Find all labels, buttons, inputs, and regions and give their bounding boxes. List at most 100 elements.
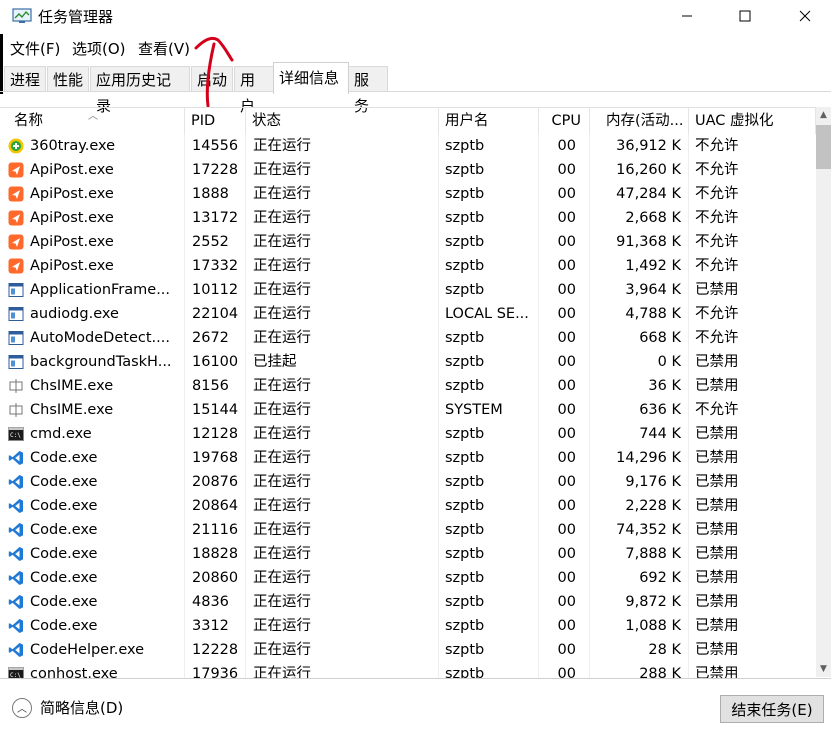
cell-username: szptb (439, 206, 539, 230)
column-header-username[interactable]: 用户名 (439, 108, 539, 134)
cell-cpu: 00 (539, 350, 590, 374)
cell-name: ApiPost.exe (0, 182, 185, 206)
cell-username: szptb (439, 326, 539, 350)
cell-memory: 9,176 K (590, 470, 689, 494)
table-row[interactable]: Code.exe 20876 正在运行 szptb 00 9,176 K 已禁用 (0, 470, 816, 494)
cell-uac: 不允许 (695, 162, 739, 178)
column-header-name[interactable]: 名称 (0, 108, 185, 134)
cell-name: ChsIME.exe (0, 398, 185, 422)
cell-pid: 20864 (185, 494, 246, 518)
cell-memory: 74,352 K (590, 518, 689, 542)
cell-pid: 15144 (185, 398, 246, 422)
table-row[interactable]: C:\ cmd.exe 12128 正在运行 szptb 00 744 K 已禁用 (0, 422, 816, 446)
scroll-down-icon[interactable]: ▼ (816, 661, 831, 677)
menu-options[interactable]: 选项(O) (72, 38, 126, 59)
cell-uac: 不允许 (695, 210, 739, 226)
column-header-uac[interactable]: UAC 虚拟化 (689, 108, 816, 134)
cell-status: 正在运行 (246, 494, 439, 518)
cell-pid: 17936 (185, 662, 246, 678)
table-row[interactable]: Code.exe 4836 正在运行 szptb 00 9,872 K 已禁用 (0, 590, 816, 614)
cell-pid: 8156 (185, 374, 246, 398)
cell-status: 正在运行 (246, 230, 439, 254)
column-header-status[interactable]: 状态 (246, 108, 439, 134)
end-task-button[interactable]: 结束任务(E) (720, 695, 824, 723)
cell-uac: 不允许 (695, 330, 739, 346)
maximize-button[interactable] (722, 0, 768, 32)
cell-pid: 10112 (185, 278, 246, 302)
table-row[interactable]: Code.exe 20860 正在运行 szptb 00 692 K 已禁用 (0, 566, 816, 590)
fewer-details-button[interactable]: ︿ 简略信息(D) (12, 697, 123, 718)
table-header: ︿ 名称 PID 状态 用户名 CPU 内存(活动... UAC 虚拟化 (0, 108, 816, 134)
footer-bar: ︿ 简略信息(D) 结束任务(E) (0, 678, 831, 743)
cell-status: 正在运行 (246, 182, 439, 206)
cell-username: szptb (439, 542, 539, 566)
table-row[interactable]: ApplicationFrame... 10112 正在运行 szptb 00 3,964… (0, 278, 816, 302)
cell-uac: 已禁用 (695, 618, 739, 634)
tab-users[interactable]: 用户 (234, 66, 274, 115)
menu-file[interactable]: 文件(F) (10, 38, 60, 59)
cell-uac: 已禁用 (695, 426, 739, 442)
scroll-up-icon[interactable]: ▲ (816, 107, 831, 123)
column-header-memory[interactable]: 内存(活动... (590, 108, 689, 134)
table-row[interactable]: Code.exe 19768 正在运行 szptb 00 14,296 K 已禁用 (0, 446, 816, 470)
column-header-cpu[interactable]: CPU (539, 108, 590, 134)
column-header-pid[interactable]: PID (185, 108, 246, 134)
cell-username: szptb (439, 230, 539, 254)
table-row[interactable]: Code.exe 3312 正在运行 szptb 00 1,088 K 已禁用 (0, 614, 816, 638)
cell-name: AutoModeDetect.... (0, 326, 185, 350)
cell-pid: 2672 (185, 326, 246, 350)
tab-app-history[interactable]: 应用历史记录 (90, 66, 190, 115)
cell-cpu: 00 (539, 494, 590, 518)
table-row[interactable]: ApiPost.exe 17332 正在运行 szptb 00 1,492 K 不允许 (0, 254, 816, 278)
cell-cpu: 00 (539, 638, 590, 662)
table-row[interactable]: ApiPost.exe 17228 正在运行 szptb 00 16,260 K 不允许 (0, 158, 816, 182)
table-row[interactable]: CodeHelper.exe 12228 正在运行 szptb 00 28 K 已禁用 (0, 638, 816, 662)
table-row[interactable]: ApiPost.exe 13172 正在运行 szptb 00 2,668 K 不允许 (0, 206, 816, 230)
table-row[interactable]: Code.exe 20864 正在运行 szptb 00 2,228 K 已禁用 (0, 494, 816, 518)
cell-memory: 4,788 K (590, 302, 689, 326)
tab-processes[interactable]: 进程 (4, 66, 46, 92)
table-row[interactable]: backgroundTaskH... 16100 已挂起 szptb 00 0 K 已禁用 (0, 350, 816, 374)
tab-details[interactable]: 详细信息 (273, 62, 349, 94)
table-row[interactable]: ApiPost.exe 1888 正在运行 szptb 00 47,284 K 不允许 (0, 182, 816, 206)
cell-cpu: 00 (539, 158, 590, 182)
cell-name: Code.exe (0, 590, 185, 614)
cell-username: szptb (439, 638, 539, 662)
cell-status: 正在运行 (246, 446, 439, 470)
table-row[interactable]: ChsIME.exe 15144 正在运行 SYSTEM 00 636 K 不允许 (0, 398, 816, 422)
vertical-scrollbar[interactable]: ▲ ▼ (816, 107, 831, 677)
cell-cpu: 00 (539, 398, 590, 422)
cell-uac: 已禁用 (695, 354, 739, 370)
cell-status: 正在运行 (246, 518, 439, 542)
cell-cpu: 00 (539, 182, 590, 206)
maximize-icon (739, 10, 751, 22)
table-body: 360tray.exe 14556 正在运行 szptb 00 36,912 K 不允许 Ap… (0, 134, 816, 678)
table-row[interactable]: C:\ conhost.exe 17936 正在运行 szptb 00 288 K 已禁用 (0, 662, 816, 678)
cell-username: szptb (439, 614, 539, 638)
table-row[interactable]: 360tray.exe 14556 正在运行 szptb 00 36,912 K 不允许 (0, 134, 816, 158)
cell-status: 正在运行 (246, 134, 439, 158)
cell-username: szptb (439, 278, 539, 302)
table-row[interactable]: AutoModeDetect.... 2672 正在运行 szptb 00 668 K 不允… (0, 326, 816, 350)
cell-cpu: 00 (539, 566, 590, 590)
table-row[interactable]: ApiPost.exe 2552 正在运行 szptb 00 91,368 K 不允许 (0, 230, 816, 254)
tab-services[interactable]: 服务 (348, 66, 388, 115)
cell-memory: 636 K (590, 398, 689, 422)
cell-pid: 4836 (185, 590, 246, 614)
table-row[interactable]: Code.exe 18828 正在运行 szptb 00 7,888 K 已禁用 (0, 542, 816, 566)
cell-username: szptb (439, 518, 539, 542)
table-row[interactable]: ChsIME.exe 8156 正在运行 szptb 00 36 K 已禁用 (0, 374, 816, 398)
tab-performance[interactable]: 性能 (47, 66, 89, 92)
table-row[interactable]: Code.exe 21116 正在运行 szptb 00 74,352 K 已禁用 (0, 518, 816, 542)
cell-username: szptb (439, 134, 539, 158)
cell-username: szptb (439, 254, 539, 278)
cell-status: 已挂起 (246, 350, 439, 374)
close-button[interactable] (782, 0, 828, 32)
cell-uac: 已禁用 (695, 450, 739, 466)
table-row[interactable]: audiodg.exe 22104 正在运行 LOCAL SE... 00 4,788 K… (0, 302, 816, 326)
scrollbar-thumb[interactable] (816, 125, 831, 169)
minimize-button[interactable] (664, 0, 710, 32)
cell-status: 正在运行 (246, 662, 439, 678)
cell-cpu: 00 (539, 518, 590, 542)
cell-status: 正在运行 (246, 566, 439, 590)
